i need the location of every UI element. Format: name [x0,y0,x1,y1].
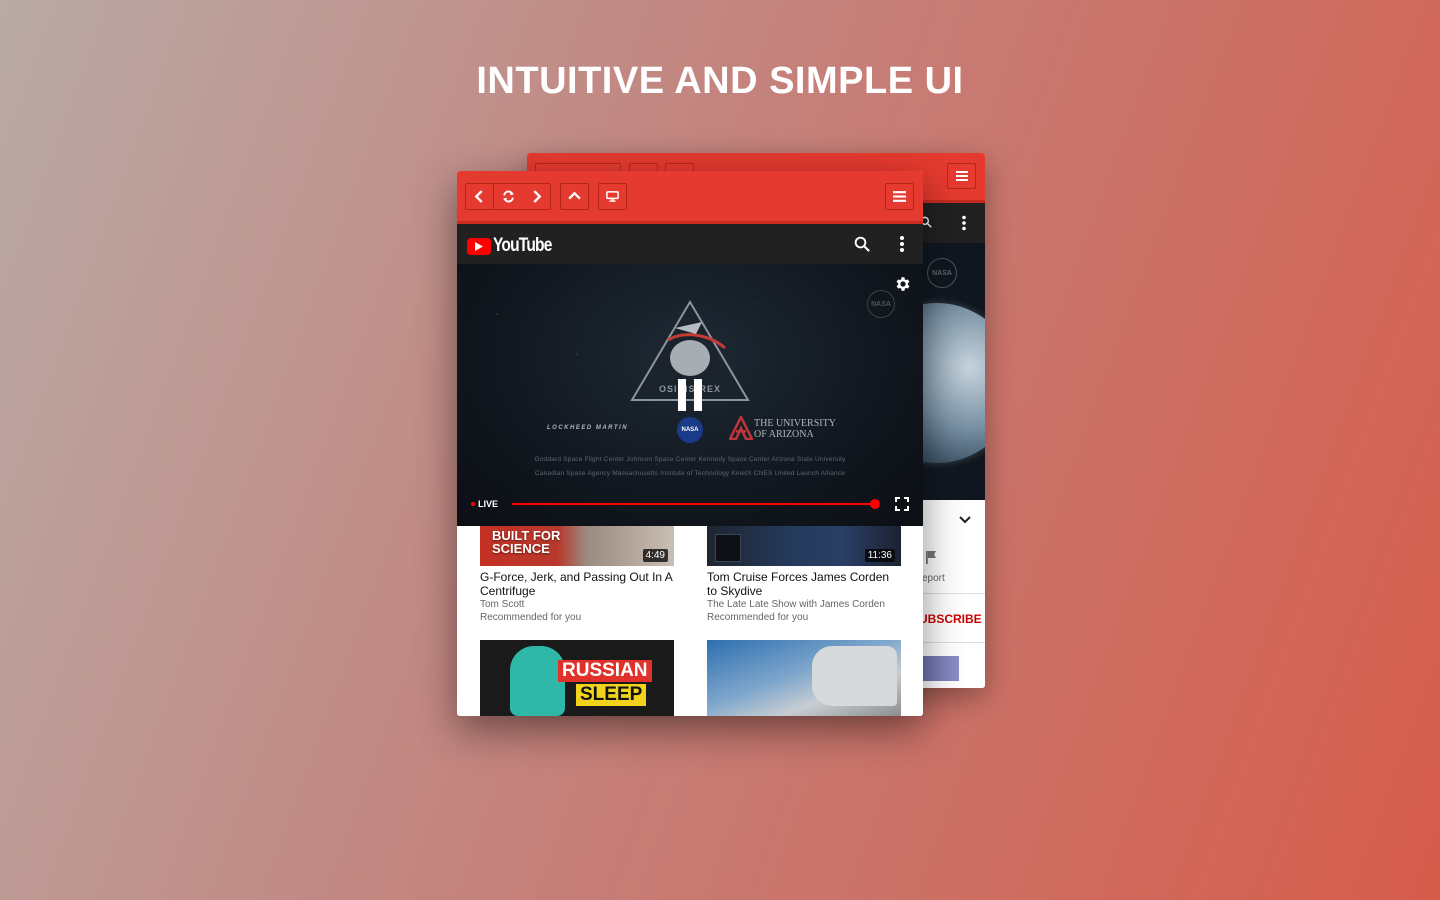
nasa-logo: NASA [867,290,895,318]
desktop-icon [606,191,619,202]
video-duration: 4:49 [642,549,668,562]
youtube-wordmark: YouTube [493,235,552,256]
scroll-top-button[interactable] [560,183,589,210]
hamburger-menu-icon [955,171,968,181]
video-thumbnail[interactable]: BUILT FOR SCIENCE 4:49 [480,526,674,566]
live-label: LIVE [478,499,499,509]
flag-icon [926,551,936,564]
video-title[interactable]: G-Force, Jerk, and Passing Out In A Cent… [480,570,674,598]
divider [917,593,985,594]
background-menu-button [947,163,976,189]
university-arizona-logo-icon [729,416,753,440]
video-duration: 11:36 [864,549,895,562]
nasa-logo: NASA [927,258,957,288]
more-vert-icon [962,215,966,231]
pause-icon[interactable] [676,379,704,411]
chevron-down-icon [959,516,971,524]
reload-button[interactable] [494,183,523,210]
app-window: YouTube NASA OSIRIS-REX LOCKHEED MARTIN … [457,171,923,716]
university-arizona-text: THE UNIVERSITY OF ARIZONA [754,418,836,440]
thumbnail-text: SLEEP [576,684,647,706]
youtube-play-logo-icon [467,237,491,255]
more-vert-icon[interactable] [897,235,907,253]
thumbnail-text: RUSSIAN [558,660,652,682]
video-channel: Tom Scott [480,599,525,610]
sponsor-row: LOCKHEED MARTIN NASA THE UNIVERSITY OF A… [457,414,923,444]
progress-bar[interactable] [512,503,875,505]
video-note: Recommended for you [707,612,809,623]
divider [917,642,985,643]
video-card[interactable]: 11:36 Tom Cruise Forces James Corden to … [707,526,901,624]
fullscreen-icon[interactable] [895,497,909,511]
page-headline: INTUITIVE AND SIMPLE UI [476,60,964,102]
live-indicator-icon [471,502,475,506]
menu-button[interactable] [885,183,914,210]
video-title[interactable]: Tom Cruise Forces James Corden to Skydiv… [707,570,901,598]
gear-icon[interactable] [894,275,912,293]
back-button[interactable] [465,183,494,210]
progress-scrubber[interactable] [869,499,880,509]
search-icon[interactable] [853,235,871,253]
show-logo-icon [715,534,741,562]
youtube-logo[interactable]: YouTube [467,235,564,257]
chevron-up-icon [568,191,581,200]
youtube-header: YouTube [457,224,923,264]
forward-button[interactable] [522,183,551,210]
thumbnail-fragment [917,656,959,681]
nasa-meatball-logo: NASA [677,417,703,443]
chevron-left-icon [474,190,483,203]
recommended-feed: BUILT FOR SCIENCE 4:49 G-Force, Jerk, an… [457,526,923,716]
lockheed-logo: LOCKHEED MARTIN [547,425,629,431]
subscribe-label: UBSCRIBE [919,612,982,626]
credits-line-1: Goddard Space Flight Center Johnson Spac… [534,456,846,463]
browser-toolbar [457,171,923,224]
report-label: eport [922,573,945,584]
video-card[interactable]: BUILT FOR SCIENCE 4:49 G-Force, Jerk, an… [480,526,674,624]
video-player[interactable]: NASA OSIRIS-REX LOCKHEED MARTIN NASA THE… [457,264,923,526]
thumbnail-astronaut [812,646,897,706]
video-channel: The Late Late Show with James Corden [707,599,885,610]
player-controls: LIVE [457,484,923,526]
thumbnail-text: BUILT FOR SCIENCE [492,528,561,556]
video-thumbnail[interactable]: RUSSIAN SLEEP [480,640,674,716]
video-thumbnail[interactable]: 11:36 [707,526,901,566]
thumbnail-figure [510,646,565,716]
video-note: Recommended for you [480,612,582,623]
desktop-mode-button[interactable] [598,183,627,210]
video-thumbnail[interactable] [707,640,901,716]
hamburger-menu-icon [893,191,906,202]
credits-line-2: Canadian Space Agency Massachusetts Inst… [534,470,846,477]
refresh-icon [502,190,514,203]
chevron-right-icon [532,190,541,203]
